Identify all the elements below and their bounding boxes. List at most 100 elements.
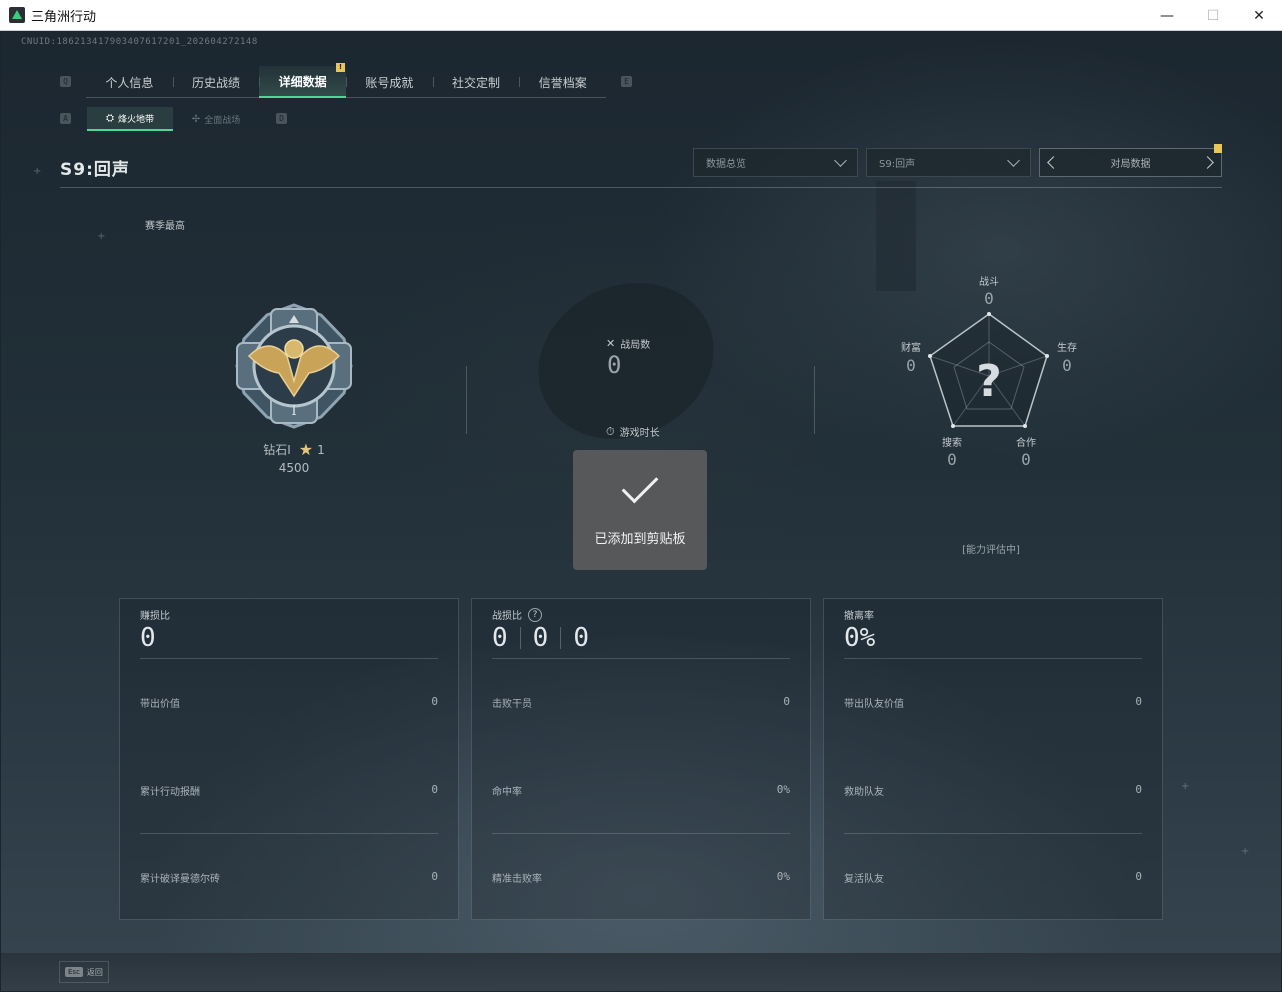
tab-personal-info[interactable]: 个人信息	[86, 66, 173, 98]
star-icon: ★	[298, 440, 314, 459]
subtab-operations[interactable]: ⛭ 烽火地带	[87, 107, 173, 131]
stat-row: 带出价值 0	[140, 695, 438, 710]
key-a-hint: A	[60, 113, 71, 124]
stopwatch-icon: ⏱	[606, 424, 615, 438]
profit-card: 赚损比 0 带出价值 0 累计行动报酬 0 累计破译曼德尔砖 0	[119, 598, 459, 920]
chevron-right-icon[interactable]	[1201, 156, 1214, 169]
radar-center-mark: ?	[976, 356, 1002, 407]
close-button[interactable]: ✕	[1236, 0, 1282, 31]
tab-detailed-data[interactable]: 详细数据 !	[259, 63, 347, 98]
card-divider	[140, 833, 438, 834]
card-divider	[844, 833, 1142, 834]
kd-ratio-values: 0 0 0	[492, 623, 589, 653]
card-divider	[844, 658, 1142, 659]
operations-icon: ⛭	[105, 112, 114, 124]
main-tabs: 个人信息 历史战绩 详细数据 ! 账号成就 社交定制 信誉档案	[86, 63, 606, 98]
stat-row: 累计破译曼德尔砖 0	[140, 870, 438, 885]
overview-dropdown[interactable]: 数据总览	[693, 148, 858, 177]
subtab-warfare[interactable]: ✢ 全面战场	[173, 107, 259, 131]
stat-row: 带出队友价值 0	[844, 695, 1142, 710]
key-e-hint: E	[621, 76, 632, 87]
radar-label-combat: 战斗	[979, 277, 999, 288]
checkmark-icon	[621, 466, 659, 504]
profit-ratio-value: 0	[140, 623, 156, 653]
header-divider	[60, 187, 1222, 188]
rank-medal-icon: I	[235, 303, 353, 429]
rank-line: 钻石I ★ 1	[244, 440, 344, 459]
bottom-bar: Esc 返回	[1, 953, 1281, 991]
radar-label-teamwork: 合作	[1016, 438, 1036, 449]
season-title: S9:回声	[60, 160, 130, 180]
hud-plus-icon: +	[1181, 781, 1190, 792]
match-data-pager: 对局数据	[1039, 144, 1222, 177]
stat-row: 命中率 0%	[492, 783, 790, 798]
mode-subtabs: ⛭ 烽火地带 ✢ 全面战场	[87, 107, 259, 131]
help-icon[interactable]: ?	[528, 607, 542, 622]
toast-message: 已添加到剪贴板	[594, 532, 686, 547]
radar-value-wealth: 0	[906, 356, 916, 375]
key-q-hint: Q	[60, 76, 71, 87]
back-button[interactable]: Esc 返回	[59, 961, 109, 983]
stat-row: 击败干员 0	[492, 695, 790, 710]
key-d-hint: D	[276, 113, 287, 124]
maximize-button[interactable]: ☐	[1190, 0, 1236, 31]
game-viewport: CNUID:186213417903407617201_202604272148…	[1, 31, 1281, 991]
esc-key-icon: Esc	[65, 967, 83, 977]
window-titlebar: 三角洲行动 — ☐ ✕	[0, 0, 1282, 31]
playtime-label: ⏱ 游戏时长	[606, 424, 660, 440]
pager-label: 对局数据	[1110, 159, 1151, 170]
profit-ratio-label: 赚损比	[140, 611, 170, 622]
stat-row: 救助队友 0	[844, 783, 1142, 798]
radar-label-wealth: 财富	[901, 343, 921, 354]
stat-row: 复活队友 0	[844, 870, 1142, 885]
rank-stars: 1	[317, 442, 325, 457]
stat-row: 精准击败率 0%	[492, 870, 790, 885]
extract-rate-value: 0%	[844, 623, 876, 653]
ability-radar-chart: ?	[928, 312, 1049, 428]
radar-value-search: 0	[947, 450, 957, 469]
card-divider	[140, 658, 438, 659]
notification-badge	[1214, 144, 1222, 153]
radar-value-combat: 0	[984, 289, 994, 308]
cnuid-text: CNUID:186213417903407617201_202604272148	[21, 37, 258, 47]
extract-card: 撤离率 0% 带出队友价值 0 救助队友 0 复活队友 0	[823, 598, 1163, 920]
card-divider	[492, 658, 790, 659]
radar-value-survival: 0	[1062, 356, 1072, 375]
background-tower	[876, 181, 916, 291]
matches-label: ✕ 战局数	[606, 337, 651, 351]
radar-label-survival: 生存	[1057, 343, 1077, 354]
ability-assessment-text: [能力评估中]	[962, 545, 1020, 556]
tab-credit[interactable]: 信誉档案	[519, 66, 606, 98]
stat-row: 累计行动报酬 0	[140, 783, 438, 798]
rank-score: 4500	[278, 461, 310, 475]
chevron-down-icon	[1007, 153, 1020, 167]
card-divider	[492, 833, 790, 834]
clipboard-toast: 已添加到剪贴板	[573, 450, 707, 570]
kd-ratio-label: 战损比 ?	[492, 607, 542, 622]
window-title: 三角洲行动	[31, 9, 97, 25]
hud-plus-icon: +	[97, 231, 106, 242]
warfare-icon: ✢	[191, 113, 201, 125]
extract-rate-label: 撤离率	[844, 611, 874, 622]
hud-plus-icon: +	[1241, 846, 1250, 857]
season-dropdown[interactable]: S9:回声	[866, 148, 1031, 177]
radar-value-teamwork: 0	[1021, 450, 1031, 469]
season-high-label: 赛季最高	[145, 221, 185, 232]
tab-achievements[interactable]: 账号成就	[346, 66, 433, 98]
svg-text:I: I	[291, 403, 297, 419]
crossed-swords-icon: ✕	[606, 337, 616, 350]
hud-plus-icon: +	[33, 166, 42, 177]
app-logo-icon	[9, 7, 25, 23]
vertical-divider	[814, 366, 815, 434]
matches-value: 0	[607, 351, 622, 379]
kd-card: 战损比 ? 0 0 0 击败干员 0 命中率 0% 精准击败率 0%	[471, 598, 811, 920]
chevron-left-icon[interactable]	[1047, 156, 1060, 169]
minimize-button[interactable]: —	[1144, 0, 1190, 31]
tab-history[interactable]: 历史战绩	[172, 66, 260, 98]
tab-social[interactable]: 社交定制	[432, 66, 520, 98]
notification-badge: !	[336, 63, 346, 72]
window-controls: — ☐ ✕	[1144, 0, 1282, 31]
radar-label-search: 搜索	[942, 438, 962, 449]
chevron-down-icon	[834, 153, 847, 167]
rank-name: 钻石I	[263, 443, 291, 457]
